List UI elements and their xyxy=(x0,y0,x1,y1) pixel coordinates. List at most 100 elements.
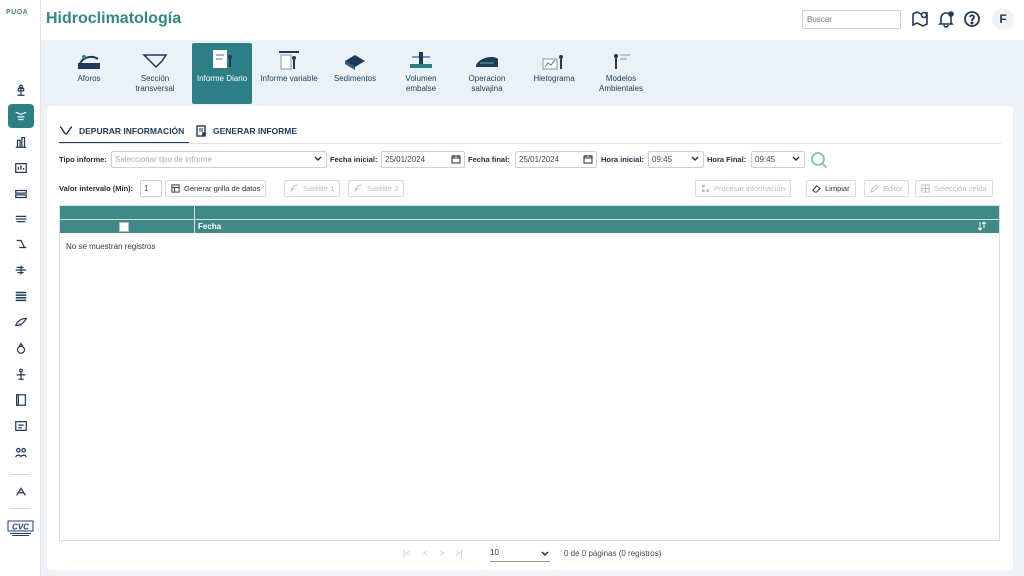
cvc-logo: CVC xyxy=(7,520,34,536)
layers-icon[interactable] xyxy=(11,286,31,306)
last-page-icon[interactable]: >| xyxy=(456,549,463,558)
module-label: Sedimentos xyxy=(333,74,377,83)
svg-text:CVC: CVC xyxy=(12,523,29,532)
data-grid: Fecha No se muestran registros |< < > >|… xyxy=(59,205,1000,562)
intervalo-label: Valor intervalo (Min): xyxy=(59,184,134,193)
satelite2-button[interactable]: Satélite 2 xyxy=(348,180,405,197)
module-label: Informe Diario xyxy=(196,74,248,83)
flow-icon[interactable] xyxy=(11,234,31,254)
document-icon xyxy=(196,125,206,137)
module-seccion-transversal[interactable]: Sección transversal xyxy=(125,43,185,104)
fish-icon[interactable] xyxy=(11,312,31,332)
chevron-down-icon xyxy=(541,551,549,556)
search-input[interactable] xyxy=(802,10,901,29)
tab-label: DEPURAR INFORMACIÓN xyxy=(79,126,185,136)
pencil-icon xyxy=(870,184,879,193)
reservoir-icon xyxy=(391,43,451,71)
chevron-down-icon xyxy=(691,156,699,161)
module-operacion-salvajina[interactable]: Operacion salvajina xyxy=(457,43,517,104)
pager: |< < > >| 10 0 de 0 páginas (0 registros… xyxy=(60,546,999,562)
module-label: Aforos xyxy=(77,74,101,83)
bell-icon[interactable] xyxy=(937,10,955,28)
fecha-final-input[interactable]: 25/01/2024 xyxy=(515,151,597,168)
funnel-icon xyxy=(59,126,73,135)
calendar-icon[interactable] xyxy=(451,154,461,164)
limpiar-button[interactable]: Limpiar xyxy=(806,180,856,197)
sidebar: PUOA CVC xyxy=(0,0,41,576)
tools-icon[interactable] xyxy=(11,481,31,501)
module-label: Modelos Ambientales xyxy=(598,74,644,93)
building-icon[interactable] xyxy=(11,132,31,152)
sidebar-divider xyxy=(10,474,30,475)
select-all-checkbox[interactable] xyxy=(119,222,129,232)
module-modelos-ambientales[interactable]: Modelos Ambientales xyxy=(591,43,651,104)
hyetograph-icon xyxy=(524,43,584,71)
page-info: 0 de 0 páginas (0 registros) xyxy=(564,549,662,558)
page-title: Hidroclimatología xyxy=(46,10,182,27)
cross-section-icon[interactable] xyxy=(8,104,34,128)
channel-icon[interactable] xyxy=(11,209,31,229)
aforos-icon xyxy=(59,43,119,71)
cross-section-icon xyxy=(125,43,185,71)
report-icon[interactable] xyxy=(11,416,31,436)
seleccion-celda-button[interactable]: Selección celda xyxy=(915,180,993,197)
module-aforos[interactable]: Aforos xyxy=(59,43,119,104)
page-size-select[interactable]: 10 xyxy=(490,546,550,562)
chevron-down-icon xyxy=(314,156,322,161)
satellite-icon xyxy=(354,184,363,193)
intervalo-input[interactable]: 1 xyxy=(140,180,162,197)
calendar-icon[interactable] xyxy=(583,154,593,164)
bag-icon[interactable] xyxy=(11,338,31,358)
satelite1-button[interactable]: Satélite 1 xyxy=(284,180,341,197)
hora-inicial-select[interactable]: 09:45 xyxy=(648,151,704,168)
sidebar-divider xyxy=(10,508,30,509)
next-page-icon[interactable]: > xyxy=(440,549,445,558)
prev-page-icon[interactable]: < xyxy=(423,549,428,558)
main-panel: DEPURAR INFORMACIÓN GENERAR INFORME Tipo… xyxy=(47,106,1013,570)
column-fecha[interactable]: Fecha xyxy=(198,222,221,231)
module-volumen-embalse[interactable]: Volumen embalse xyxy=(391,43,451,104)
chevron-down-icon xyxy=(792,156,800,161)
cell-select-icon xyxy=(921,184,930,193)
generar-grilla-button[interactable]: Generar grilla de datos xyxy=(165,180,267,197)
search-icon[interactable] xyxy=(810,151,828,169)
module-hietograma[interactable]: Hietograma xyxy=(524,43,584,104)
tipo-informe-select[interactable]: Seleccionar tipo de informe xyxy=(111,151,327,168)
process-icon xyxy=(701,184,710,193)
fecha-inicial-label: Fecha inicial: xyxy=(330,155,378,164)
tab-label: GENERAR INFORME xyxy=(213,126,298,136)
wind-icon[interactable] xyxy=(11,260,31,280)
tab-divider xyxy=(59,143,1001,144)
variable-report-icon xyxy=(259,43,319,71)
module-label: Hietograma xyxy=(533,74,575,83)
help-icon[interactable] xyxy=(963,10,981,28)
gauge-icon[interactable] xyxy=(11,80,31,100)
module-sedimentos[interactable]: Sedimentos xyxy=(325,43,385,104)
avatar[interactable]: F xyxy=(992,8,1014,30)
person-icon[interactable] xyxy=(11,364,31,384)
hora-final-select[interactable]: 09:45 xyxy=(751,151,805,168)
eraser-icon xyxy=(812,185,821,193)
stacked-icon[interactable] xyxy=(11,184,31,204)
satellite-icon xyxy=(290,184,299,193)
chart-icon[interactable] xyxy=(11,158,31,178)
book-icon[interactable] xyxy=(11,390,31,410)
map-icon[interactable] xyxy=(911,10,929,28)
sort-icon[interactable] xyxy=(977,221,987,231)
tab-depurar[interactable]: DEPURAR INFORMACIÓN xyxy=(59,119,189,144)
module-label: Sección transversal xyxy=(135,74,175,93)
empty-message: No se muestran registros xyxy=(66,242,156,251)
first-page-icon[interactable]: |< xyxy=(403,549,410,558)
tab-generar[interactable]: GENERAR INFORME xyxy=(196,119,297,143)
editor-button[interactable]: Editor xyxy=(864,180,909,197)
procesar-button[interactable]: Procesar información xyxy=(695,180,791,197)
module-informe-diario[interactable]: Informe Diario xyxy=(192,43,252,104)
fecha-inicial-input[interactable]: 25/01/2024 xyxy=(381,151,465,168)
module-label: Volumen embalse xyxy=(405,74,437,93)
tipo-informe-label: Tipo informe: xyxy=(59,155,107,164)
daily-report-icon xyxy=(192,43,252,71)
group-icon[interactable] xyxy=(11,442,31,462)
module-informe-variable[interactable]: Informe variable xyxy=(259,43,319,104)
grid-column-divider xyxy=(194,206,195,233)
environment-model-icon xyxy=(591,43,651,71)
